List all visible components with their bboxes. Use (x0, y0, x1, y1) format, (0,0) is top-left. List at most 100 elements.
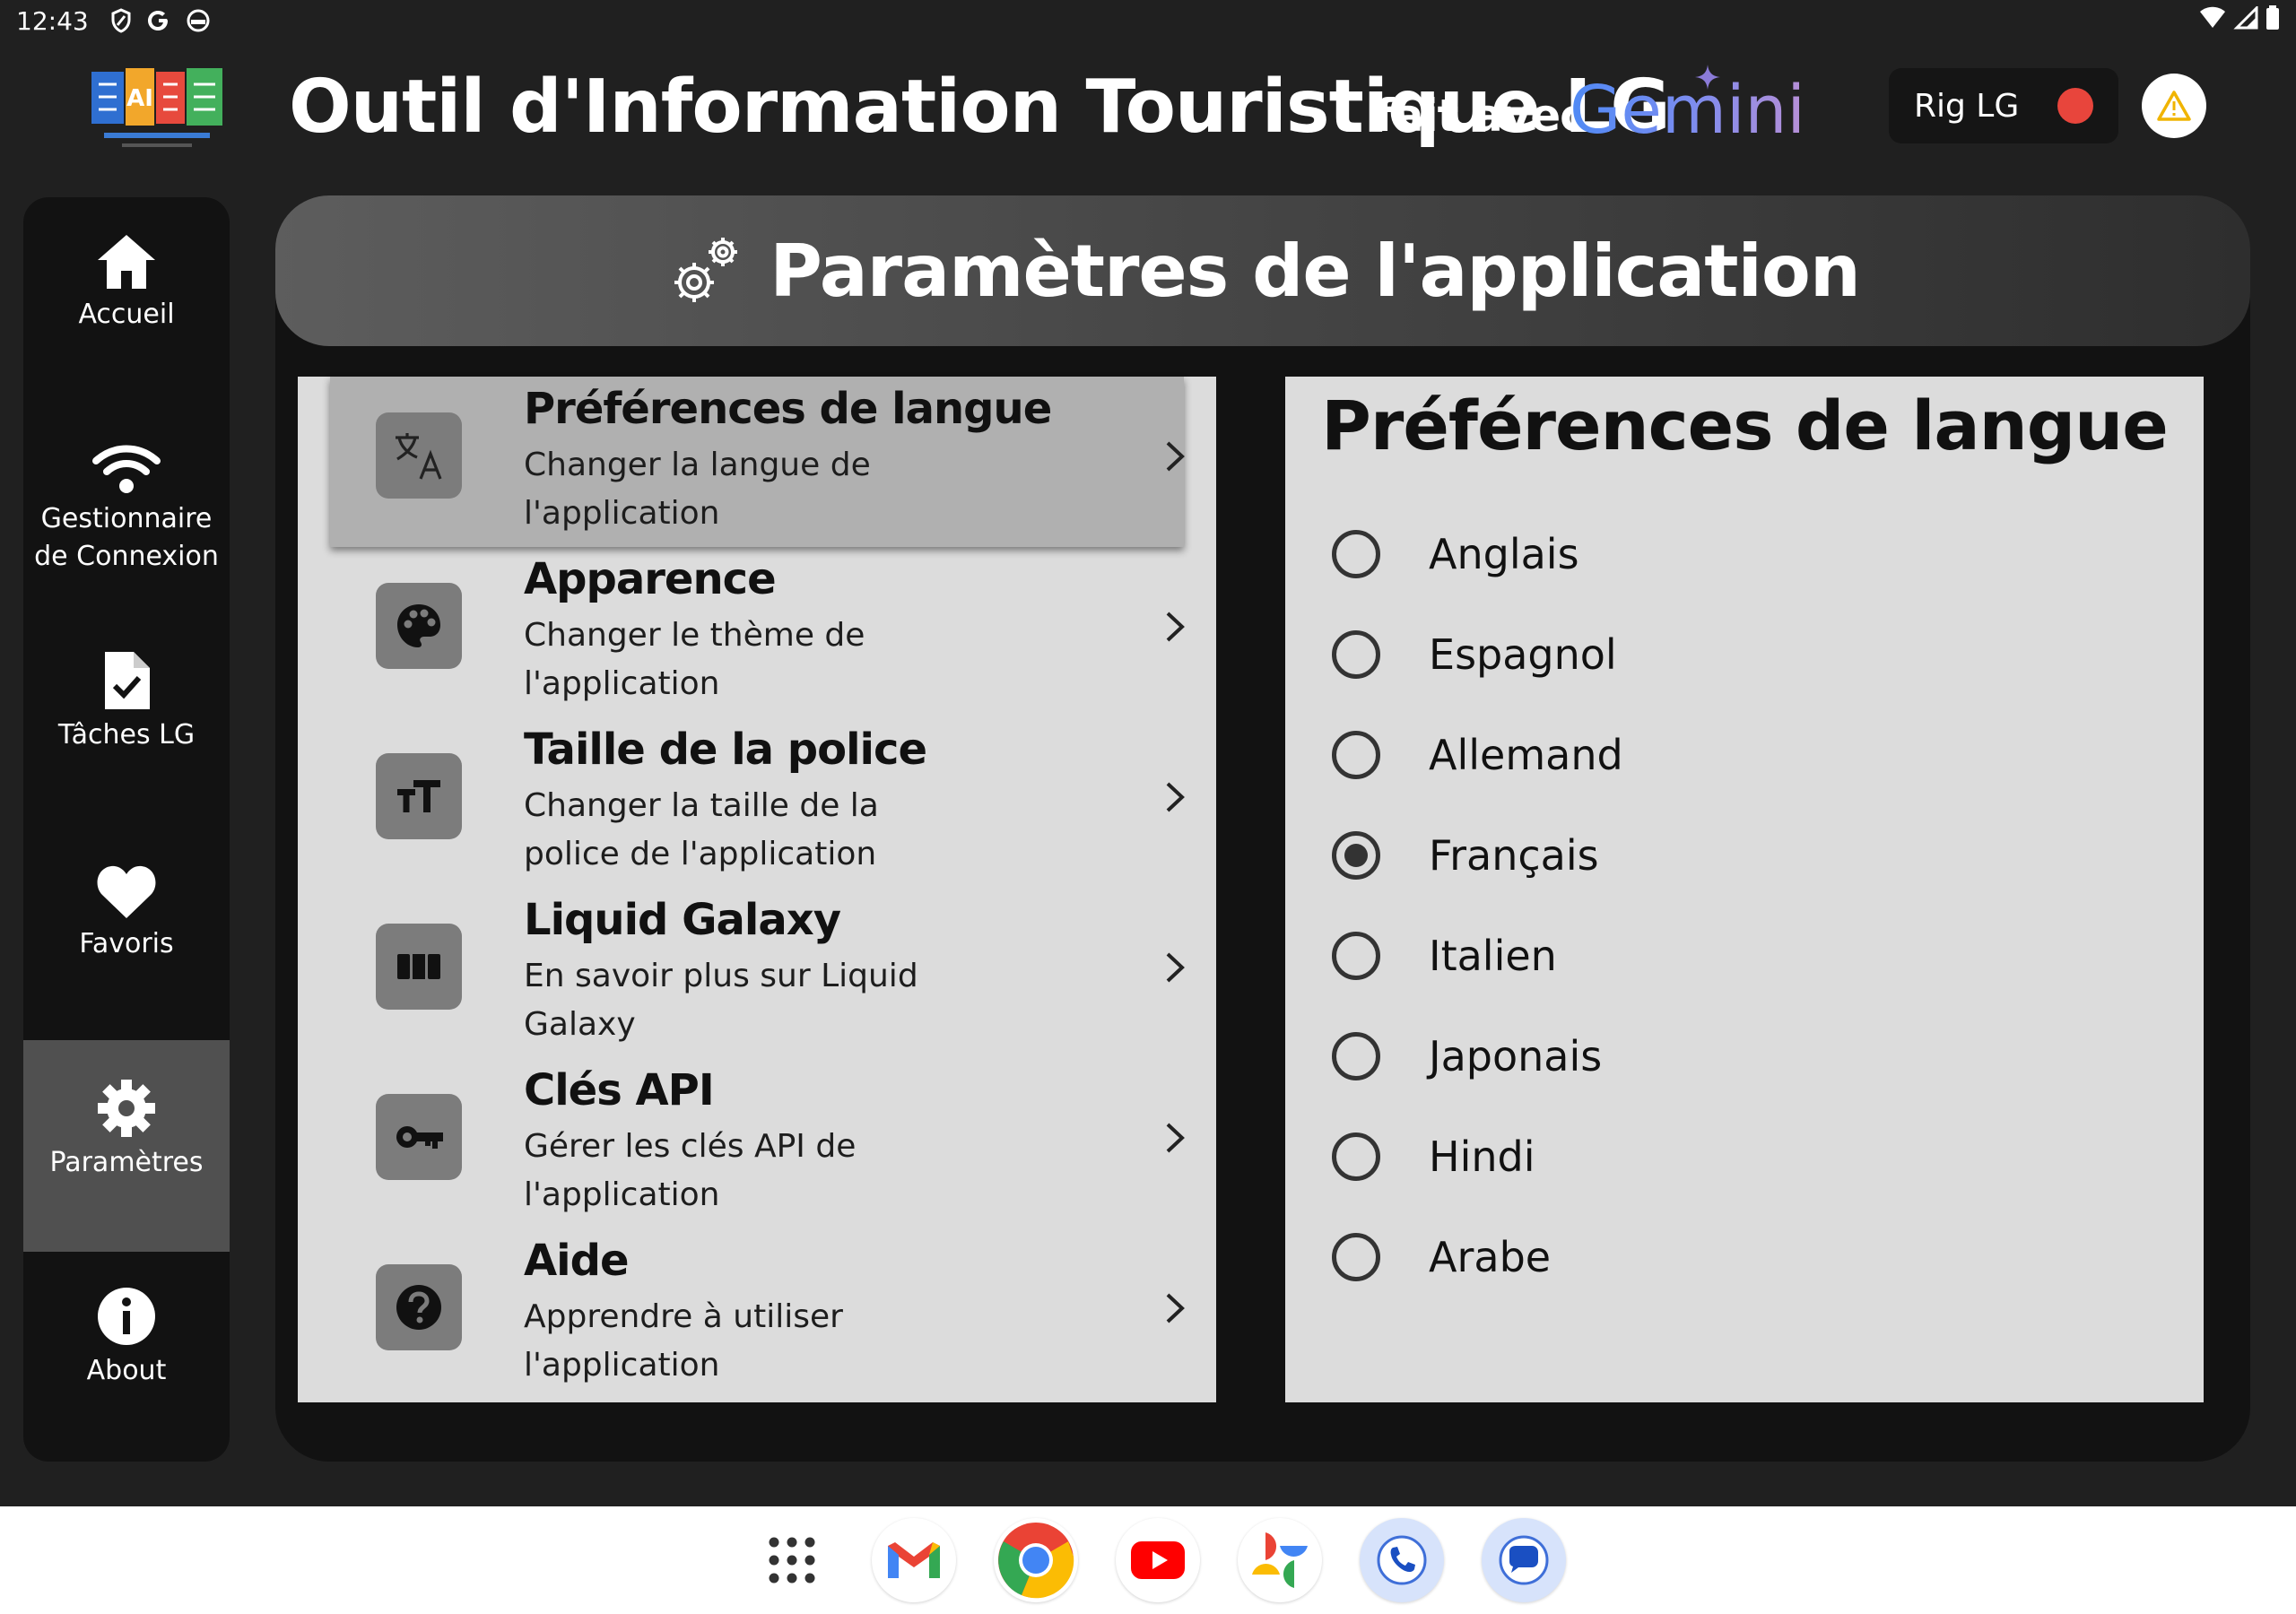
info-icon (98, 1288, 155, 1345)
setting-subtitle: Changer le thème de l'application (524, 617, 865, 702)
wifi-icon (92, 445, 161, 493)
app-drawer-button[interactable] (750, 1518, 834, 1602)
gmail-icon (888, 1542, 940, 1578)
youtube-app[interactable] (1116, 1518, 1200, 1602)
nav-parametres[interactable]: Paramètres (23, 1040, 230, 1252)
home-icon (98, 235, 155, 289)
help-icon (376, 1264, 462, 1350)
setting-subtitle: Apprendre à utiliser l'application (524, 1298, 843, 1384)
settings-list: Préférences de langue Changer la langue … (298, 377, 1216, 1402)
columns-icon (376, 924, 462, 1010)
setting-font-size[interactable]: Taille de la police Changer la taille de… (298, 717, 1216, 888)
nav-taches[interactable]: Tâches LG (23, 650, 230, 754)
gmail-app[interactable] (872, 1518, 956, 1602)
rig-status[interactable]: Rig LG (1889, 68, 2118, 143)
chrome-app[interactable] (994, 1518, 1078, 1602)
setting-subtitle: En savoir plus sur Liquid Galaxy (524, 958, 918, 1043)
radio-button[interactable] (1332, 1233, 1380, 1281)
font-size-icon (376, 753, 462, 839)
radio-button-selected[interactable] (1332, 831, 1380, 880)
setting-help[interactable]: Aide Apprendre à utiliser l'application (298, 1228, 1216, 1399)
battery-icon (2266, 5, 2279, 30)
radio-button[interactable] (1332, 932, 1380, 980)
chevron-right-icon (1166, 441, 1185, 472)
rig-label: Rig LG (1914, 87, 2020, 125)
language-option-allemand[interactable]: Allemand (1285, 719, 2204, 791)
app-grid-icon (769, 1537, 815, 1584)
nav-label: Gestionnaire de Connexion (34, 503, 219, 572)
youtube-icon (1131, 1541, 1185, 1579)
android-icon (187, 9, 210, 32)
language-option-japonais[interactable]: Japonais (1285, 1020, 2204, 1092)
photos-icon (1252, 1532, 1308, 1588)
setting-title: Clés API (524, 1065, 715, 1115)
radio-button[interactable] (1332, 1132, 1380, 1181)
language-option-anglais[interactable]: Anglais (1285, 518, 2204, 590)
language-label: Français (1429, 831, 1599, 880)
status-time: 12:43 (16, 5, 89, 36)
warning-icon (2157, 91, 2191, 121)
settings-header: Paramètres de l'application (275, 195, 2250, 346)
rig-status-dot (2057, 88, 2093, 124)
nav-label: Tâches LG (57, 719, 196, 751)
language-label: Italien (1429, 932, 1557, 980)
chevron-right-icon (1166, 612, 1185, 642)
radio-button[interactable] (1332, 731, 1380, 779)
chevron-right-icon (1166, 1293, 1185, 1323)
chevron-right-icon (1166, 952, 1185, 983)
language-option-italien[interactable]: Italien (1285, 920, 2204, 992)
setting-liquid-galaxy[interactable]: Liquid Galaxy En savoir plus sur Liquid … (298, 888, 1216, 1058)
translate-icon (376, 412, 462, 499)
setting-title: Aide (524, 1236, 630, 1286)
setting-title: Préférences de langue (524, 384, 1052, 434)
phone-app[interactable] (1360, 1518, 1444, 1602)
setting-subtitle: Changer la langue de l'application (524, 447, 871, 532)
radio-dot (1344, 844, 1368, 867)
nav-about[interactable]: About (23, 1286, 230, 1390)
warning-button[interactable] (2142, 74, 2206, 138)
radio-button[interactable] (1332, 630, 1380, 679)
chrome-icon (998, 1523, 1074, 1599)
nav-label: About (86, 1355, 167, 1386)
language-option-espagnol[interactable]: Espagnol (1285, 619, 2204, 690)
chevron-right-icon (1166, 1123, 1185, 1153)
language-label: Hindi (1429, 1132, 1535, 1181)
language-option-francais[interactable]: Français (1285, 820, 2204, 891)
sidebar: Accueil Gestionnaire de Connexion Tâches… (23, 197, 230, 1462)
gemini-wordmark: Gemini (1570, 72, 1805, 149)
app-header: AI Outil d'Information Touristique LG fa… (0, 41, 2296, 194)
language-label: Espagnol (1429, 630, 1617, 679)
task-file-icon (105, 652, 150, 709)
settings-title: Paramètres de l'application (770, 229, 1861, 313)
status-bar: 12:43 (0, 0, 2296, 41)
app-logo: AI (86, 59, 228, 156)
language-option-arabe[interactable]: Arabe (1285, 1221, 2204, 1293)
setting-subtitle: Gérer les clés API de l'application (524, 1128, 857, 1213)
nav-label: Paramètres (49, 1147, 204, 1178)
photos-app[interactable] (1238, 1518, 1322, 1602)
nav-connexion[interactable]: Gestionnaire de Connexion (23, 445, 230, 576)
setting-api-keys[interactable]: Clés API Gérer les clés API de l'applica… (298, 1058, 1216, 1228)
messages-app[interactable] (1482, 1518, 1566, 1602)
svg-text:AI: AI (126, 85, 153, 112)
heart-icon (97, 865, 156, 918)
language-panel-title: Préférences de langue (1321, 386, 2169, 465)
setting-title: Liquid Galaxy (524, 895, 841, 945)
signal-icon (2233, 6, 2258, 30)
nav-label: Favoris (79, 928, 174, 959)
gemini-spark-icon (1695, 65, 1720, 90)
nav-favoris[interactable]: Favoris (23, 863, 230, 963)
radio-button[interactable] (1332, 530, 1380, 578)
gear-icon (98, 1080, 155, 1137)
messages-icon (1499, 1535, 1549, 1585)
language-label: Japonais (1429, 1032, 1603, 1080)
setting-title: Taille de la police (524, 725, 927, 775)
setting-appearance[interactable]: Apparence Changer le thème de l'applicat… (298, 547, 1216, 717)
language-option-hindi[interactable]: Hindi (1285, 1121, 2204, 1193)
radio-button[interactable] (1332, 1032, 1380, 1080)
palette-icon (376, 583, 462, 669)
setting-language[interactable]: Préférences de langue Changer la langue … (330, 377, 1185, 547)
nav-accueil[interactable]: Accueil (23, 233, 230, 334)
app-dock (750, 1514, 1566, 1607)
language-label: Anglais (1429, 530, 1579, 578)
